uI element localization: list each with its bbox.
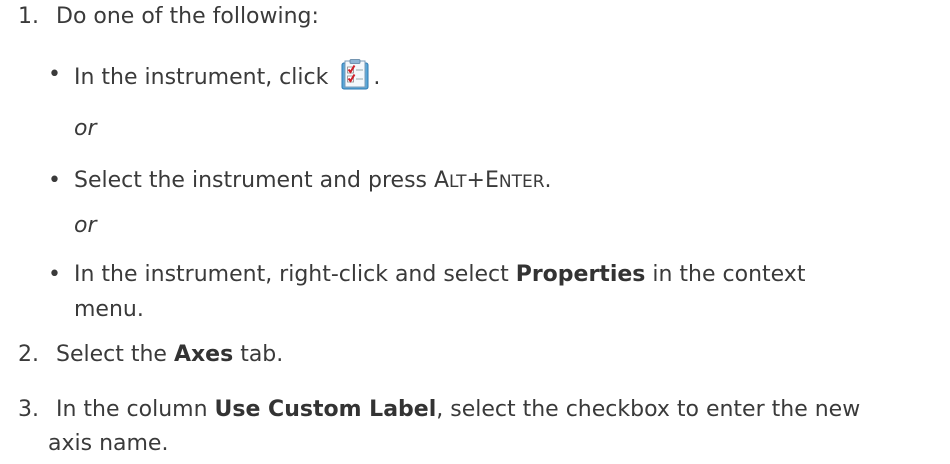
step-1: 1. Do one of the following:: [18, 3, 319, 31]
option-1: • In the instrument, click .: [48, 59, 380, 92]
bullet: •: [48, 168, 61, 193]
menu-item-properties: Properties: [515, 262, 646, 287]
column-use-custom-label: Use Custom Label: [214, 397, 437, 422]
option-text: In the instrument, click: [74, 65, 336, 90]
step-3: 3. In the column Use Custom Label, selec…: [18, 396, 860, 424]
step-number: 1.: [18, 4, 39, 29]
step-text-end: , select the checkbox to enter the new: [436, 397, 861, 422]
step-number: 3.: [18, 397, 39, 422]
step-3-continued: axis name.: [48, 431, 169, 456]
step-2: 2. Select the Axes tab.: [18, 341, 283, 369]
bullet: •: [48, 62, 61, 87]
key-alt: LT: [449, 172, 467, 192]
step-text: Select the: [56, 342, 174, 367]
step-text: Do one of the following:: [56, 4, 319, 29]
option-3: • In the instrument, right-click and sel…: [48, 261, 805, 289]
or-label: or: [74, 116, 97, 141]
or-label: or: [74, 213, 97, 238]
option-text: In the instrument, right-click and selec…: [74, 262, 516, 287]
tab-axes-label: Axes: [173, 342, 234, 367]
option-text-end: in the context: [645, 262, 806, 287]
option-3-continued: menu.: [74, 297, 144, 322]
option-2: • Select the instrument and press ALT+EN…: [48, 167, 552, 196]
option-text: Select the instrument and press A: [74, 168, 450, 193]
option-text-end: .: [373, 65, 381, 90]
step-text: In the column: [56, 397, 215, 422]
step-text-end: tab.: [233, 342, 284, 367]
bullet: •: [48, 262, 61, 287]
properties-checklist-icon: [341, 59, 371, 91]
key-enter: NTER: [498, 172, 545, 192]
key-plus: +E: [466, 168, 499, 193]
option-text-end: .: [544, 168, 552, 193]
step-number: 2.: [18, 342, 39, 367]
